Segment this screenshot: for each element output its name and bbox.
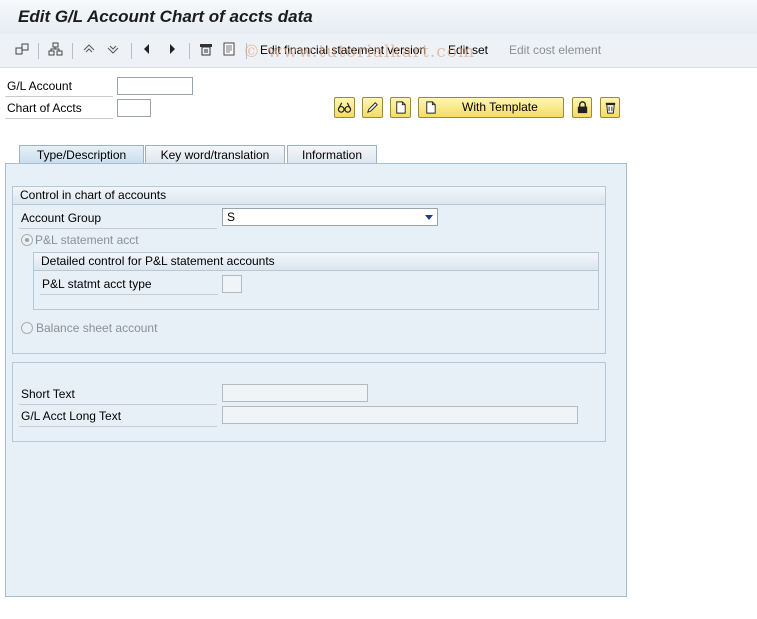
tab-key-word-translation[interactable]: Key word/translation — [145, 145, 285, 164]
switch-icon[interactable] — [13, 41, 31, 59]
label-underline — [5, 118, 113, 119]
next-icon[interactable] — [163, 41, 181, 59]
pl-statement-label: P&L statement acct — [35, 233, 139, 247]
short-text-label: Short Text — [21, 387, 75, 401]
undo-icon[interactable] — [80, 41, 98, 59]
long-text-label: G/L Acct Long Text — [21, 409, 122, 423]
change-button[interactable] — [362, 97, 383, 118]
label-underline — [19, 404, 217, 405]
previous-icon[interactable] — [138, 41, 156, 59]
delete-icon — [605, 102, 615, 114]
lock-icon — [577, 101, 587, 114]
toolbar-separator — [131, 43, 132, 59]
toolbar-separator — [189, 43, 190, 59]
hierarchy-icon[interactable] — [46, 41, 64, 59]
new-document-icon — [426, 101, 436, 114]
pl-statement-radio — [21, 234, 33, 246]
create-button[interactable] — [390, 97, 411, 118]
label-underline — [5, 96, 113, 97]
label-underline — [19, 426, 217, 427]
label-underline — [40, 294, 218, 295]
with-template-button[interactable]: With Template — [418, 97, 564, 118]
short-text-input[interactable] — [222, 384, 368, 402]
group-header: Control in chart of accounts — [13, 187, 605, 205]
group-header: Detailed control for P&L statement accou… — [34, 253, 598, 271]
edit-cost-element-button: Edit cost element — [509, 43, 602, 57]
tab-type-description[interactable]: Type/Description — [19, 145, 144, 165]
display-glasses-icon — [337, 102, 352, 113]
page-title: Edit G/L Account Chart of accts data — [18, 7, 313, 26]
new-document-icon — [396, 101, 406, 114]
display-button[interactable] — [334, 97, 355, 118]
delete-button[interactable] — [600, 97, 620, 118]
group-title: Control in chart of accounts — [20, 188, 167, 202]
account-group-label: Account Group — [21, 211, 102, 225]
toolbar-separator — [72, 43, 73, 59]
lock-button[interactable] — [572, 97, 592, 118]
toolbar-separator — [38, 43, 39, 59]
pl-type-field — [222, 275, 242, 293]
balance-sheet-label: Balance sheet account — [36, 321, 158, 335]
group-title: Detailed control for P&L statement accou… — [41, 254, 275, 268]
print-icon[interactable] — [197, 41, 215, 59]
with-template-label: With Template — [462, 100, 538, 114]
document-icon[interactable] — [220, 41, 238, 59]
pencil-icon — [367, 102, 378, 113]
pl-type-label: P&L statmt acct type — [42, 277, 152, 291]
balance-sheet-radio — [21, 322, 33, 334]
account-group-dropdown[interactable]: S — [222, 208, 438, 226]
chevron-down-icon[interactable] — [425, 215, 433, 220]
label-underline — [19, 228, 217, 229]
account-group-value: S — [227, 210, 236, 224]
long-text-input[interactable] — [222, 406, 578, 424]
chart-of-accts-input[interactable] — [117, 99, 151, 117]
tab-information[interactable]: Information — [287, 145, 377, 164]
chart-of-accts-label: Chart of Accts — [7, 101, 82, 115]
redo-icon[interactable] — [104, 41, 122, 59]
watermark: © www.tutorialkart.com — [243, 42, 476, 62]
gl-account-input[interactable] — [117, 77, 193, 95]
description-group — [12, 362, 606, 442]
gl-account-label: G/L Account — [7, 79, 72, 93]
